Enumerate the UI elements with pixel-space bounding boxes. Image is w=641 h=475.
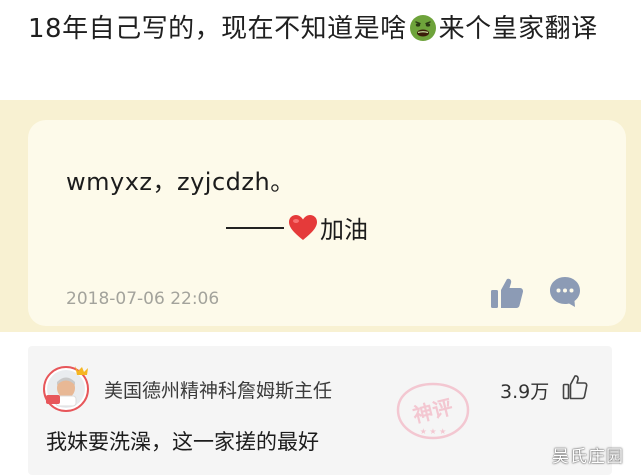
thumbs-up-outline-icon[interactable] (562, 374, 588, 400)
avatar[interactable] (42, 362, 92, 412)
diary-text-line1: wmyxz，zyjcdzh。 (66, 168, 295, 196)
diary-date: 2018-07-06 22:06 (66, 289, 220, 309)
comment-like-count: 3.9万 (500, 381, 550, 403)
diary-signature: 加油 (226, 210, 368, 245)
comment-username[interactable]: 美国德州精神科詹姆斯主任 (104, 376, 332, 403)
thumbs-up-icon[interactable] (490, 277, 524, 309)
stamp-text: 神评 (410, 395, 455, 428)
nauseated-face-icon (409, 15, 436, 41)
dash-line (226, 226, 284, 229)
post-title: 18年自己写的，现在不知道是啥 来个皇家翻译 (28, 6, 628, 52)
post-title-text-1: 18年自己写的，现在不知道是啥 (28, 14, 407, 44)
shenping-stamp: 神评★ ★ ★ (396, 382, 470, 440)
comment-icon[interactable] (548, 275, 582, 309)
stamp-stars: ★ ★ ★ (420, 427, 447, 436)
heart-icon (289, 214, 317, 240)
comment-text: 我妹要洗澡，这一家搓的最好 (46, 430, 319, 454)
post-title-text-2: 来个皇家翻译 (438, 14, 598, 44)
diary-text-line2: 加油 (320, 216, 368, 244)
watermark: 吴氏庄园 (552, 447, 624, 467)
